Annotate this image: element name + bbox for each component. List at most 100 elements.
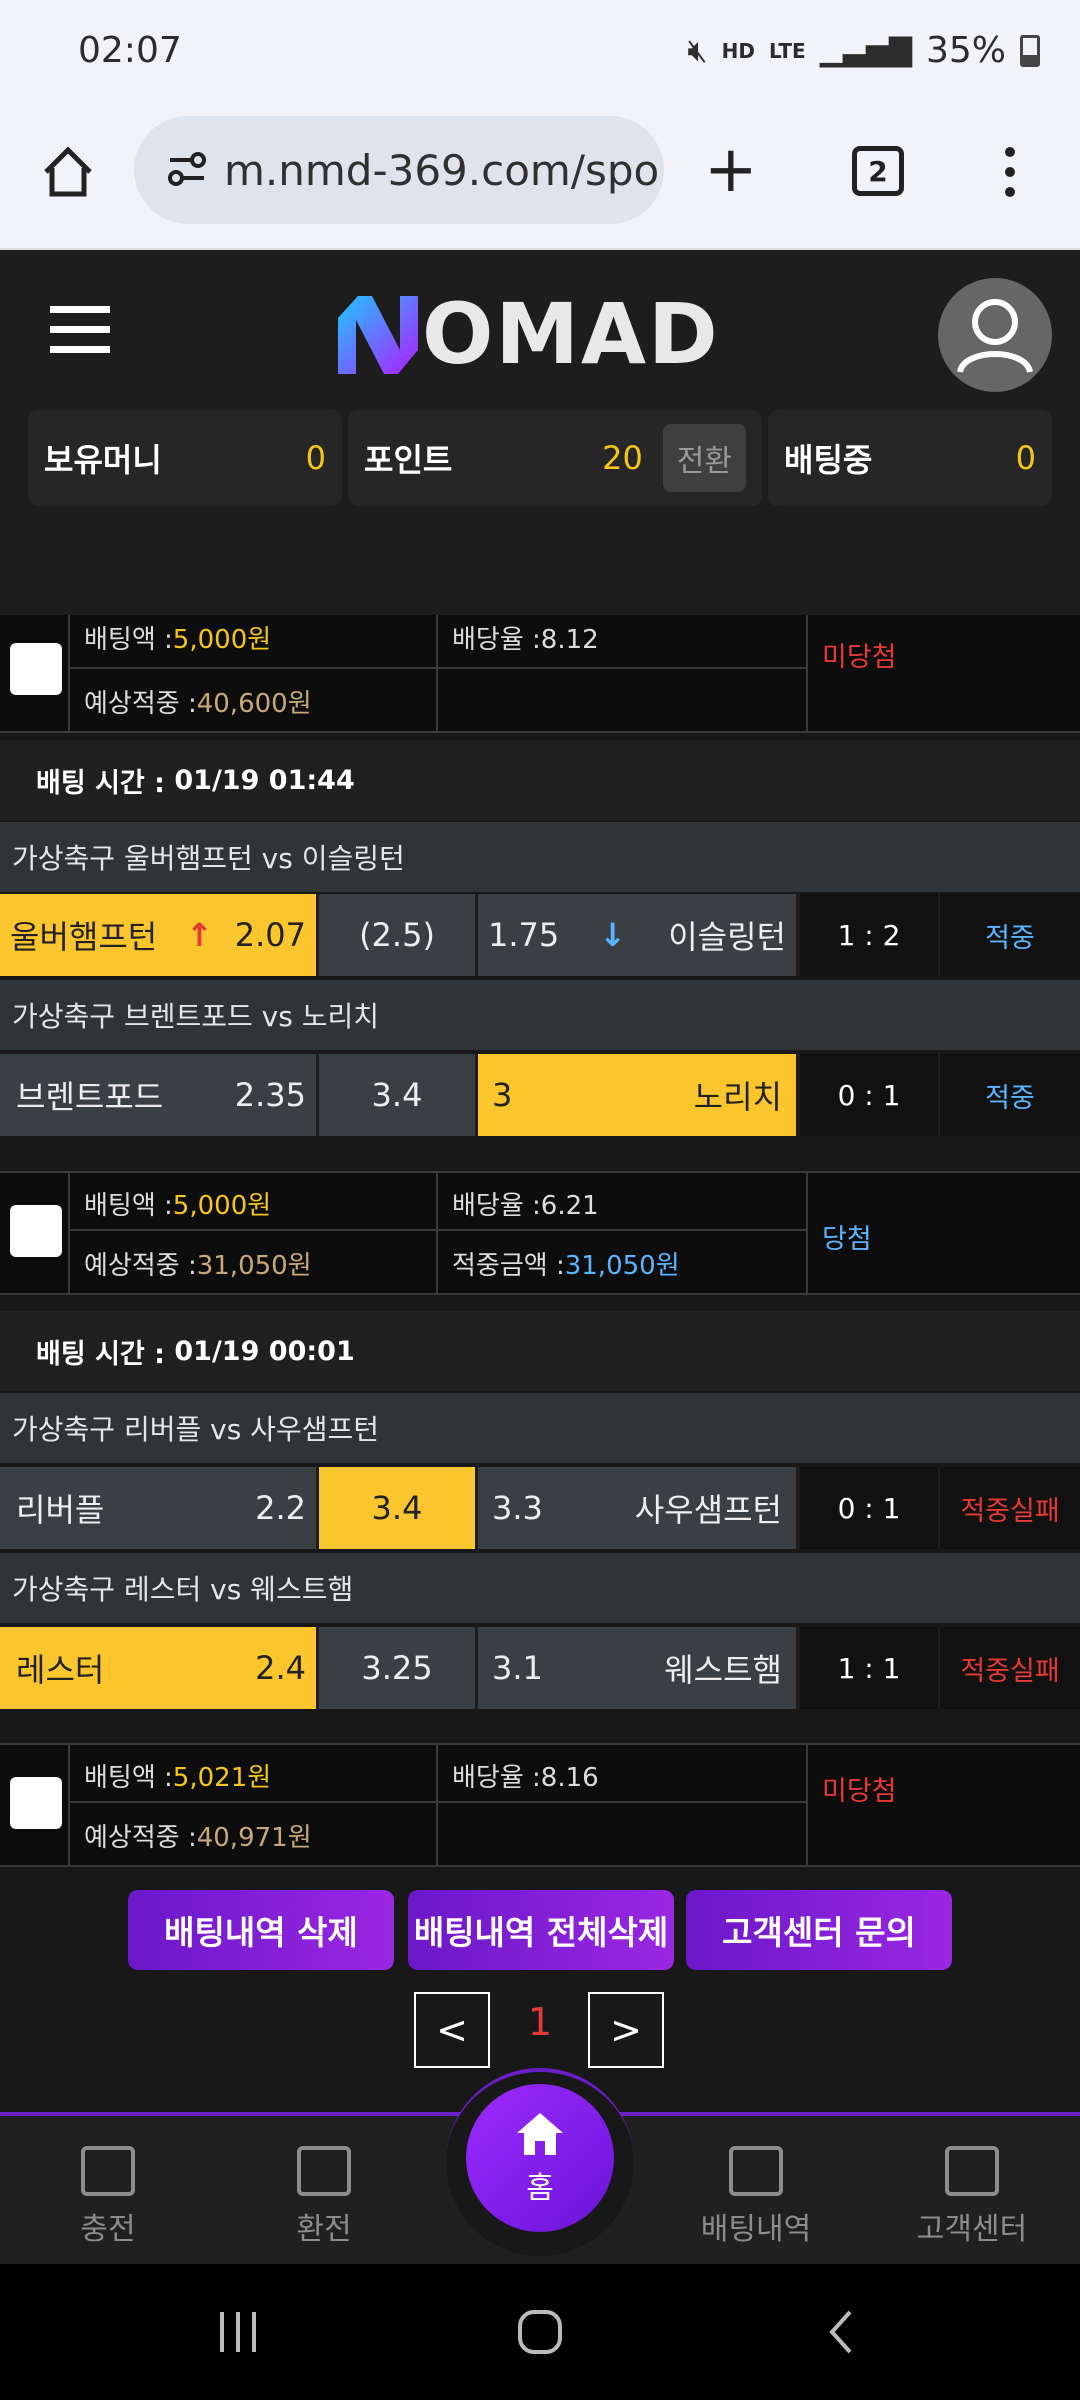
- delete-bet-button[interactable]: 배팅내역 삭제: [128, 1890, 394, 1970]
- new-tab-icon[interactable]: +: [704, 138, 758, 202]
- nav-home[interactable]: 홈: [466, 2084, 614, 2232]
- expected-value: 40,971원: [196, 1823, 312, 1853]
- game-title: 가상축구 브렌트포드 vs 노리치: [0, 980, 1080, 1050]
- wallet-icon: [81, 2146, 135, 2196]
- bet-time-label: 배팅 시간 :: [36, 767, 165, 799]
- nav-charge-label: 충전: [80, 2212, 136, 2247]
- delete-all-bets-button[interactable]: 배팅내역 전체삭제: [408, 1890, 674, 1970]
- profile-avatar[interactable]: [938, 278, 1052, 392]
- url-text: m.nmd-369.com/spo: [224, 146, 660, 195]
- win-value: 31,050원: [564, 1251, 680, 1281]
- home-system-icon[interactable]: [516, 2308, 564, 2356]
- amount-value: 5,000원: [172, 1191, 272, 1221]
- battery-percent: 35%: [925, 30, 1006, 71]
- nav-history[interactable]: 배팅내역: [686, 2146, 826, 2248]
- logo[interactable]: OMAD: [328, 288, 752, 380]
- wallet-betting: 배팅중 0: [768, 410, 1052, 506]
- home-odds-button[interactable]: 레스터 2.4: [0, 1627, 316, 1709]
- home-icon: [517, 2113, 563, 2155]
- home-odds-button[interactable]: 울버햄프턴 ↑ 2.07: [0, 894, 316, 976]
- next-page-button[interactable]: >: [588, 1992, 664, 2068]
- draw-odds-button[interactable]: 3.4: [319, 1467, 475, 1549]
- score: 1 : 2: [800, 894, 938, 976]
- hamburger-menu-icon[interactable]: [50, 304, 110, 354]
- logo-text: OMAD: [422, 285, 720, 383]
- signal-icon: ▁▃▅▇: [819, 33, 912, 68]
- point-label: 포인트: [364, 441, 453, 479]
- game-title: 가상축구 울버햄프턴 vs 이슬링턴: [0, 822, 1080, 892]
- away-team: 사우샘프턴: [634, 1491, 782, 1529]
- bet-time-value: 01/19 00:01: [174, 1335, 355, 1367]
- odds-row: 브렌트포드 2.35 3.4 3 노리치 0 : 1 적중: [0, 1054, 1080, 1136]
- result-text: 미당첨: [822, 642, 897, 673]
- away-odds: 3.3: [492, 1489, 543, 1527]
- rate-value: 6.21: [540, 1191, 599, 1221]
- address-bar[interactable]: m.nmd-369.com/spo: [134, 116, 664, 224]
- odds-row: 울버햄프턴 ↑ 2.07 (2.5) 1.75 ↓ 이슬링턴 1 : 2 적중: [0, 894, 1080, 976]
- away-odds-button[interactable]: 3.3 사우샘프턴: [478, 1467, 796, 1549]
- withdraw-icon: [297, 2146, 351, 2196]
- home-team: 울버햄프턴: [10, 918, 158, 956]
- wallet-point: 포인트 20 전환: [348, 410, 762, 506]
- recent-apps-icon[interactable]: [216, 2310, 260, 2354]
- away-odds-button[interactable]: 3 노리치: [478, 1054, 796, 1136]
- prev-page-button[interactable]: <: [414, 1992, 490, 2068]
- nav-charge[interactable]: 충전: [38, 2146, 178, 2248]
- home-odds-button[interactable]: 리버플 2.2: [0, 1467, 316, 1549]
- result-text: 당첨: [822, 1224, 872, 1255]
- logo-n-icon: [338, 296, 418, 374]
- home-team: 레스터: [16, 1651, 105, 1689]
- home-icon[interactable]: [38, 142, 98, 202]
- nav-center[interactable]: 고객센터: [902, 2146, 1042, 2248]
- home-odds-button[interactable]: 브렌트포드 2.35: [0, 1054, 316, 1136]
- bet-time-header: 배팅 시간 : 01/19 00:01: [0, 1311, 1080, 1391]
- system-nav-bar: [0, 2264, 1080, 2400]
- money-value: 0: [305, 439, 326, 477]
- amount-label: 배팅액 :: [84, 1191, 173, 1221]
- game-result: 적중: [940, 894, 1080, 976]
- draw-odds: 3.4: [371, 1489, 423, 1527]
- bet-time-header: 배팅 시간 : 01/19 01:44: [0, 740, 1080, 820]
- rate-value: 8.12: [540, 625, 599, 655]
- away-team: 웨스트햄: [664, 1651, 782, 1689]
- rate-value: 8.16: [540, 1763, 599, 1793]
- current-page[interactable]: 1: [520, 2000, 560, 2044]
- support-inquiry-button[interactable]: 고객센터 문의: [686, 1890, 952, 1970]
- amount-label: 배팅액 :: [84, 1763, 173, 1793]
- draw-odds-button[interactable]: 3.25: [319, 1627, 475, 1709]
- draw-odds-button[interactable]: 3.4: [319, 1054, 475, 1136]
- bet-checkbox[interactable]: [10, 1777, 62, 1829]
- expected-label: 예상적중 :: [84, 1251, 197, 1281]
- rate-label: 배당율 :: [452, 1191, 541, 1221]
- expected-value: 40,600원: [196, 689, 312, 719]
- away-odds-button[interactable]: 3.1 웨스트햄: [478, 1627, 796, 1709]
- lte-icon: LTE: [768, 38, 806, 63]
- expected-label: 예상적중 :: [84, 1823, 197, 1853]
- game-result: 적중실패: [940, 1467, 1080, 1549]
- tab-count-button[interactable]: 2: [852, 146, 904, 196]
- amount-value: 5,021원: [172, 1763, 272, 1793]
- back-icon[interactable]: [826, 2308, 856, 2356]
- bet-time-value: 01/19 01:44: [174, 764, 355, 796]
- bet-time-label: 배팅 시간 :: [36, 1338, 165, 1370]
- bet-summary: 배팅액 :5,021원 배당율 :8.16 예상적중 :40,971원 미당첨: [0, 1743, 1080, 1867]
- user-icon: [957, 299, 1033, 374]
- rate-label: 배당율 :: [452, 1763, 541, 1793]
- win-label: 적중금액 :: [452, 1251, 565, 1281]
- draw-odds-button[interactable]: (2.5): [319, 894, 475, 976]
- away-odds-button[interactable]: 1.75 ↓ 이슬링턴: [478, 894, 796, 976]
- home-odds: 2.35: [234, 1076, 306, 1114]
- convert-button[interactable]: 전환: [662, 424, 746, 492]
- bet-summary: 배팅액 :5,000원 배당율 :6.21 예상적중 : 31,050원 적중금액…: [0, 1171, 1080, 1295]
- site-settings-icon[interactable]: [166, 148, 208, 190]
- bet-checkbox[interactable]: [10, 1205, 62, 1257]
- score: 0 : 1: [800, 1467, 938, 1549]
- nav-exchange[interactable]: 환전: [254, 2146, 394, 2248]
- bet-checkbox[interactable]: [10, 643, 62, 695]
- status-bar: 02:07 🔇︎ HD LTE ▁▃▅▇ 35%: [0, 0, 1080, 108]
- amount-label: 배팅액 :: [84, 625, 173, 655]
- mute-icon: 🔇︎: [687, 31, 708, 69]
- status-time: 02:07: [78, 30, 182, 71]
- more-menu-icon[interactable]: [1000, 142, 1020, 202]
- money-label: 보유머니: [44, 441, 162, 479]
